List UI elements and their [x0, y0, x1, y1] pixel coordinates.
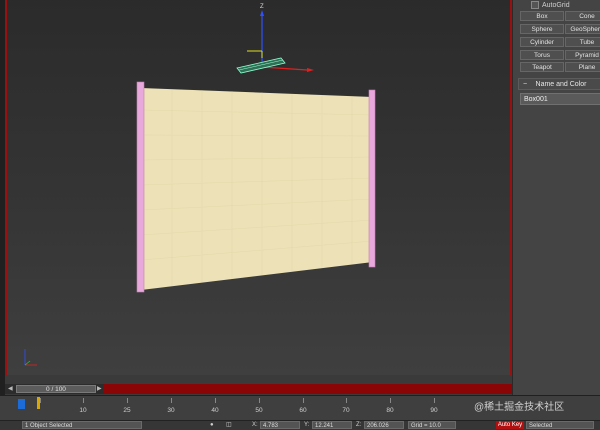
y-label: Y:: [304, 422, 310, 428]
x-label: X:: [252, 422, 258, 428]
move-gizmo[interactable]: [236, 10, 314, 74]
perspective-viewport[interactable]: Z: [5, 0, 512, 375]
cylinder-button[interactable]: Cylinder: [520, 37, 564, 47]
tick-label: 10: [79, 407, 87, 414]
tick: [346, 398, 347, 403]
tick-label: 60: [299, 407, 307, 414]
geosphere-button[interactable]: GeoSphere: [565, 24, 600, 34]
gizmo-z-label: Z: [260, 4, 264, 10]
tick: [434, 398, 435, 403]
watermark: @稀土掘金技术社区: [474, 402, 565, 413]
box001-mesh[interactable]: [136, 81, 376, 293]
y-coordinate-field[interactable]: 12.241: [312, 421, 352, 429]
autogrid-label: AutoGrid: [542, 1, 570, 9]
auto-key-button[interactable]: Auto Key: [496, 421, 524, 429]
tick: [303, 398, 304, 403]
lock-selection-icon[interactable]: ●: [210, 421, 214, 429]
tick-label: 90: [430, 407, 438, 414]
tick-label: 50: [255, 407, 263, 414]
selected-dropdown[interactable]: Selected: [526, 421, 594, 429]
time-slider[interactable]: 0 / 100: [16, 385, 96, 393]
tick: [390, 398, 391, 403]
tick-label: 25: [123, 407, 131, 414]
tick: [215, 398, 216, 403]
tick: [83, 398, 84, 403]
tick-label: 30: [167, 407, 175, 414]
x-coordinate-field[interactable]: 4.783: [260, 421, 300, 429]
z-coordinate-field[interactable]: 206.026: [364, 421, 404, 429]
tick: [127, 398, 128, 403]
autogrid-toggle[interactable]: AutoGrid: [531, 0, 570, 10]
autogrid-checkbox[interactable]: [531, 1, 539, 9]
axis-tripod: [24, 349, 37, 366]
z-label: Z:: [356, 422, 362, 428]
object-name-field[interactable]: Box001: [520, 93, 600, 105]
torus-button[interactable]: Torus: [520, 50, 564, 60]
tick: [259, 398, 260, 403]
rollout-title: Name and Color: [535, 81, 587, 88]
grid-size: Grid = 10.0: [408, 421, 456, 429]
animation-track-bar: [103, 384, 512, 394]
tube-button[interactable]: Tube: [565, 37, 600, 47]
tick-label: 70: [342, 407, 350, 414]
prev-frame-icon[interactable]: ◀: [8, 385, 13, 392]
relative-mode-icon[interactable]: ◫: [226, 421, 232, 429]
tick-label: 40: [211, 407, 219, 414]
cone-button[interactable]: Cone: [565, 11, 600, 21]
pyramid-button[interactable]: Pyramid: [565, 50, 600, 60]
teapot-button[interactable]: Teapot: [520, 62, 564, 72]
command-panel: AutoGrid Box Cone Sphere GeoSphere Cylin…: [512, 0, 600, 395]
collapse-icon: −: [523, 81, 528, 88]
scene-canvas: Z: [136, 4, 376, 293]
tick: [40, 398, 41, 403]
tick: [171, 398, 172, 403]
sphere-button[interactable]: Sphere: [520, 24, 564, 34]
box-button[interactable]: Box: [520, 11, 564, 21]
next-frame-icon[interactable]: ▶: [97, 385, 102, 392]
plane-button[interactable]: Plane: [565, 62, 600, 72]
tick-label: 80: [386, 407, 394, 414]
name-and-color-rollout[interactable]: − Name and Color: [518, 78, 600, 90]
selection-status: 1 Object Selected: [22, 421, 142, 429]
key-filter-icon[interactable]: [18, 399, 25, 409]
